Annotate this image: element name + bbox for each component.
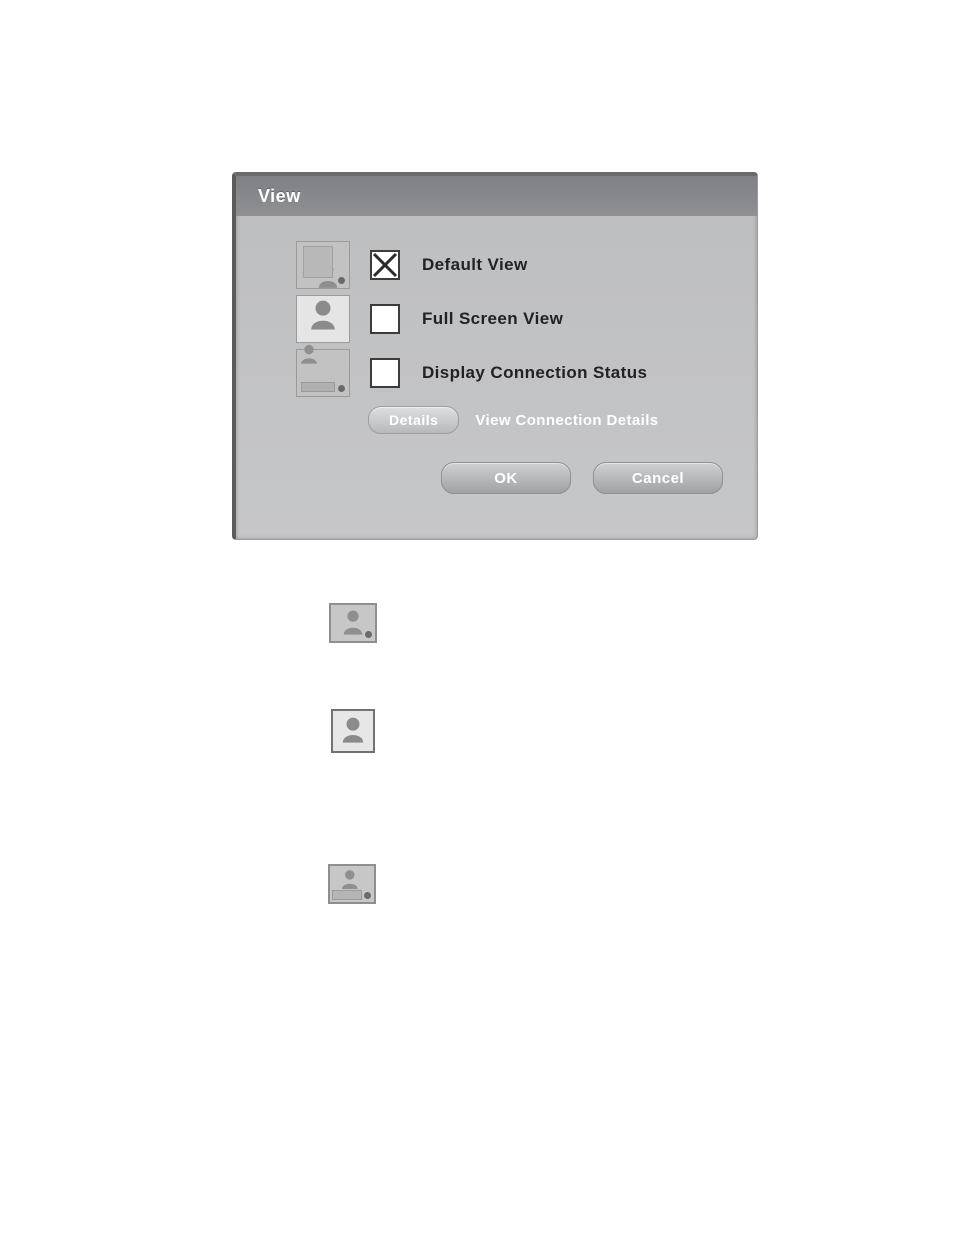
- details-button[interactable]: Details: [368, 406, 459, 434]
- option-full-screen-view: Full Screen View: [296, 292, 733, 346]
- cancel-button[interactable]: Cancel: [593, 462, 723, 494]
- checkbox-display-connection-status[interactable]: [370, 358, 400, 388]
- default-view-icon: [296, 241, 350, 289]
- person-icon: [339, 869, 361, 891]
- checkbox-full-screen-view[interactable]: [370, 304, 400, 334]
- legend-full-screen-view-icon: [331, 709, 375, 753]
- person-icon: [317, 262, 339, 288]
- legend-default-view-icon: [329, 603, 377, 643]
- person-icon: [310, 300, 336, 330]
- view-dialog: View Default View: [232, 172, 758, 540]
- option-default-view: Default View: [296, 238, 733, 292]
- option-label: Default View: [422, 255, 528, 275]
- dialog-title-text: View: [258, 186, 301, 207]
- dialog-titlebar: View: [236, 176, 757, 216]
- ok-button[interactable]: OK: [441, 462, 571, 494]
- dialog-actions: OK Cancel: [296, 462, 733, 494]
- view-connection-details-label: View Connection Details: [475, 412, 658, 429]
- details-row: Details View Connection Details: [368, 406, 733, 434]
- option-label: Display Connection Status: [422, 363, 647, 383]
- legend-connection-status-icon: [328, 864, 376, 904]
- person-icon: [298, 343, 320, 365]
- dialog-body: Default View Full Screen View: [236, 216, 757, 512]
- option-display-connection-status: Display Connection Status: [296, 346, 733, 400]
- checkbox-default-view[interactable]: [370, 250, 400, 280]
- person-icon: [341, 717, 365, 743]
- option-label: Full Screen View: [422, 309, 563, 329]
- full-screen-view-icon: [296, 295, 350, 343]
- connection-status-icon: [296, 349, 350, 397]
- person-icon: [341, 609, 365, 635]
